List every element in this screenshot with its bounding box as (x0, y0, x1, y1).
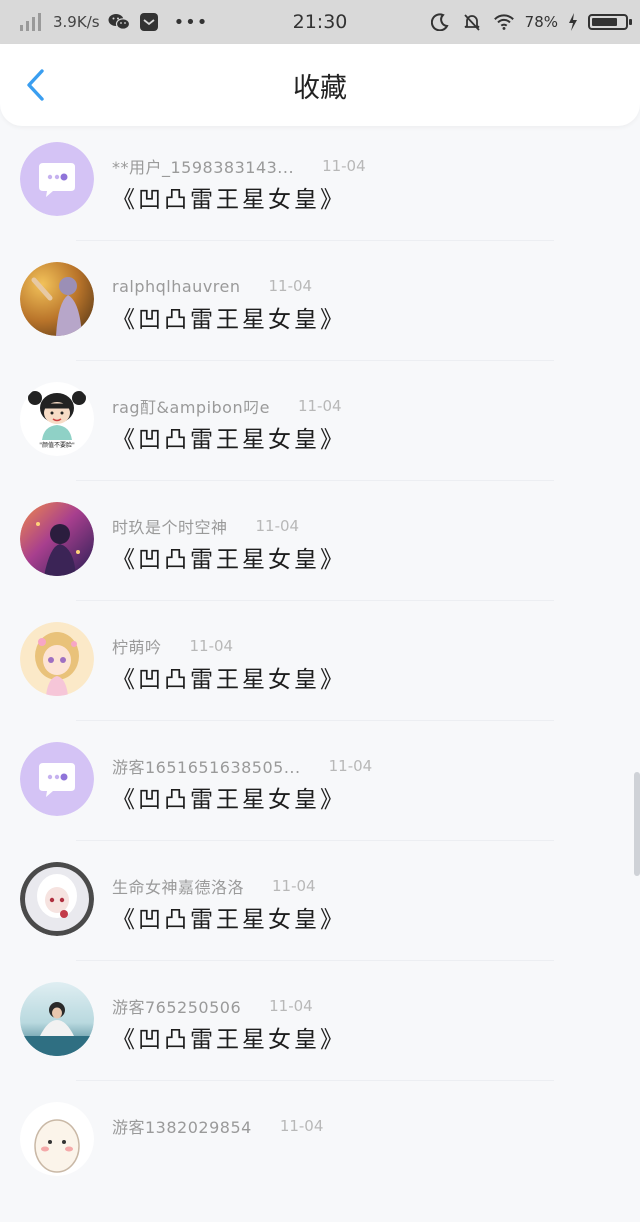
favorites-list: **用户_1598383143... 11-04 《凹凸雷王星女皇》 ralphq… (0, 142, 640, 1222)
divider (76, 240, 554, 241)
scrollbar[interactable] (634, 772, 640, 876)
anime-avatar-icon (20, 862, 94, 936)
page-title: 收藏 (293, 73, 347, 104)
default-avatar-icon (20, 142, 94, 216)
moon-icon (429, 12, 451, 32)
divider (76, 360, 554, 361)
username: ralphqlhauvren (112, 276, 241, 296)
divider (76, 720, 554, 721)
item-title: 《凹凸雷王星女皇》 (112, 427, 346, 453)
mute-bell-icon (461, 12, 483, 32)
divider (76, 600, 554, 601)
item-title: 《凹凸雷王星女皇》 (112, 667, 346, 693)
cartoon-avatar-icon: "颜值不要脸" (20, 382, 94, 456)
divider (76, 960, 554, 961)
username: **用户_1598383143... (112, 158, 295, 177)
date: 11-04 (279, 1117, 324, 1135)
signal-icon (20, 13, 41, 31)
avatar[interactable] (20, 742, 94, 816)
wifi-icon (493, 12, 515, 32)
anime-avatar-icon (20, 502, 94, 576)
date: 11-04 (268, 277, 313, 295)
list-item[interactable]: ralphqlhauvren 11-04 《凹凸雷王星女皇》 (0, 262, 640, 382)
divider (76, 840, 554, 841)
avatar[interactable] (20, 982, 94, 1056)
divider (76, 1080, 554, 1081)
username: rag酊&ampibon叼e (112, 398, 270, 417)
network-speed: 3.9K/s (53, 13, 100, 31)
anime-avatar-icon (20, 622, 94, 696)
list-item[interactable]: 时玖是个时空神 11-04 《凹凸雷王星女皇》 (0, 502, 640, 622)
item-title: 《凹凸雷王星女皇》 (112, 1027, 346, 1053)
date: 11-04 (328, 757, 373, 775)
battery-percentage: 78% (524, 13, 558, 31)
default-avatar-icon (20, 742, 94, 816)
avatar[interactable] (20, 142, 94, 216)
list-item[interactable]: 游客1382029854 11-04 (0, 1102, 640, 1222)
battery-icon (588, 14, 632, 30)
username: 游客1382029854 (112, 1118, 252, 1137)
avatar[interactable] (20, 1102, 94, 1176)
avatar[interactable]: "颜值不要脸" (20, 382, 94, 456)
avatar[interactable] (20, 862, 94, 936)
item-title: 《凹凸雷王星女皇》 (112, 307, 346, 333)
username: 时玖是个时空神 (112, 518, 228, 537)
mail-icon (138, 12, 160, 32)
item-title: 《凹凸雷王星女皇》 (112, 787, 346, 813)
status-bar: 3.9K/s ••• 21:30 78% (0, 0, 640, 44)
more-dots-icon: ••• (173, 11, 209, 33)
list-item[interactable]: **用户_1598383143... 11-04 《凹凸雷王星女皇》 (0, 142, 640, 262)
username: 柠萌吟 (112, 638, 162, 657)
username: 游客765250506 (112, 998, 242, 1017)
item-title: 《凹凸雷王星女皇》 (112, 907, 346, 933)
date: 11-04 (269, 997, 313, 1015)
avatar[interactable] (20, 622, 94, 696)
back-button[interactable] (14, 64, 56, 106)
photo-avatar-icon (20, 262, 94, 336)
chevron-left-icon (27, 69, 44, 101)
wechat-icon (108, 12, 130, 32)
date: 11-04 (255, 517, 300, 535)
avatar-caption: "颜值不要脸" (39, 441, 75, 449)
nav-header: 收藏 (0, 44, 640, 126)
avatar[interactable] (20, 502, 94, 576)
avatar[interactable] (20, 262, 94, 336)
list-item[interactable]: "颜值不要脸" rag酊&ampibon叼e 11-04 《凹凸雷王星女皇》 (0, 382, 640, 502)
list-item[interactable]: 生命女神嘉德洛洛 11-04 《凹凸雷王星女皇》 (0, 862, 640, 982)
photo-avatar-icon (20, 982, 94, 1056)
divider (76, 480, 554, 481)
username: 生命女神嘉德洛洛 (112, 878, 245, 897)
list-item[interactable]: 游客1651651638505... 11-04 《凹凸雷王星女皇》 (0, 742, 640, 862)
charging-icon (568, 12, 578, 32)
item-title: 《凹凸雷王星女皇》 (112, 187, 346, 213)
date: 11-04 (189, 637, 234, 655)
date: 11-04 (322, 157, 366, 175)
date: 11-04 (272, 877, 316, 895)
item-title: 《凹凸雷王星女皇》 (112, 547, 346, 573)
list-item[interactable]: 柠萌吟 11-04 《凹凸雷王星女皇》 (0, 622, 640, 742)
date: 11-04 (297, 397, 342, 415)
egg-avatar-icon (20, 1102, 94, 1176)
username: 游客1651651638505... (112, 758, 301, 777)
list-item[interactable]: 游客765250506 11-04 《凹凸雷王星女皇》 (0, 982, 640, 1102)
